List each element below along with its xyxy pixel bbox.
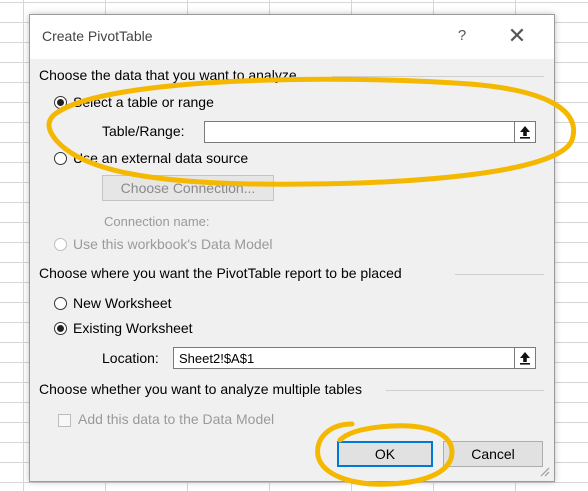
create-pivottable-dialog: Create PivotTable ? ✕ Choose the data th…	[29, 14, 555, 482]
help-button[interactable]: ?	[451, 23, 473, 49]
radio-existing-worksheet[interactable]: Existing Worksheet	[54, 320, 193, 336]
resize-grip-icon[interactable]	[538, 465, 550, 477]
table-range-collapse-button[interactable]	[514, 121, 536, 143]
multiple-tables-heading: Choose whether you want to analyze multi…	[39, 381, 362, 397]
radio-select-table-range[interactable]: Select a table or range	[54, 94, 214, 110]
close-button[interactable]: ✕	[504, 23, 530, 49]
radio-button[interactable]	[54, 237, 67, 251]
cancel-button[interactable]: Cancel	[443, 441, 543, 467]
choose-connection-button[interactable]: Choose Connection...	[102, 175, 274, 201]
section-divider	[332, 76, 544, 77]
radio-new-worksheet[interactable]: New Worksheet	[54, 295, 172, 311]
ok-button[interactable]: OK	[337, 441, 433, 467]
section-divider	[455, 274, 544, 275]
collapse-dialog-icon	[520, 352, 530, 365]
radio-button[interactable]	[54, 321, 67, 335]
radio-external-source[interactable]: Use an external data source	[54, 150, 248, 166]
radio-button[interactable]	[54, 95, 67, 109]
location-label: Location:	[102, 350, 159, 366]
collapse-dialog-icon	[520, 126, 530, 139]
radio-workbook-data-model[interactable]: Use this workbook's Data Model	[54, 236, 273, 252]
radio-label: Use this workbook's Data Model	[73, 236, 273, 252]
radio-label: Use an external data source	[73, 150, 249, 166]
table-range-input[interactable]	[204, 121, 515, 143]
connection-name-label: Connection name:	[104, 214, 210, 229]
data-source-heading: Choose the data that you want to analyze	[39, 67, 297, 83]
table-range-label: Table/Range:	[102, 123, 185, 139]
location-input[interactable]	[173, 347, 515, 369]
dialog-title: Create PivotTable	[42, 28, 153, 44]
radio-label: Existing Worksheet	[73, 320, 193, 336]
location-collapse-button[interactable]	[514, 347, 536, 369]
section-divider	[386, 390, 544, 391]
radio-button[interactable]	[54, 296, 67, 310]
radio-label: New Worksheet	[73, 295, 172, 311]
title-bar: Create PivotTable ? ✕	[30, 15, 554, 59]
add-to-data-model-checkbox[interactable]	[58, 414, 71, 427]
placement-heading: Choose where you want the PivotTable rep…	[39, 265, 402, 281]
radio-label: Select a table or range	[73, 94, 214, 110]
add-to-data-model-label: Add this data to the Data Model	[78, 411, 275, 427]
radio-button[interactable]	[54, 151, 67, 165]
